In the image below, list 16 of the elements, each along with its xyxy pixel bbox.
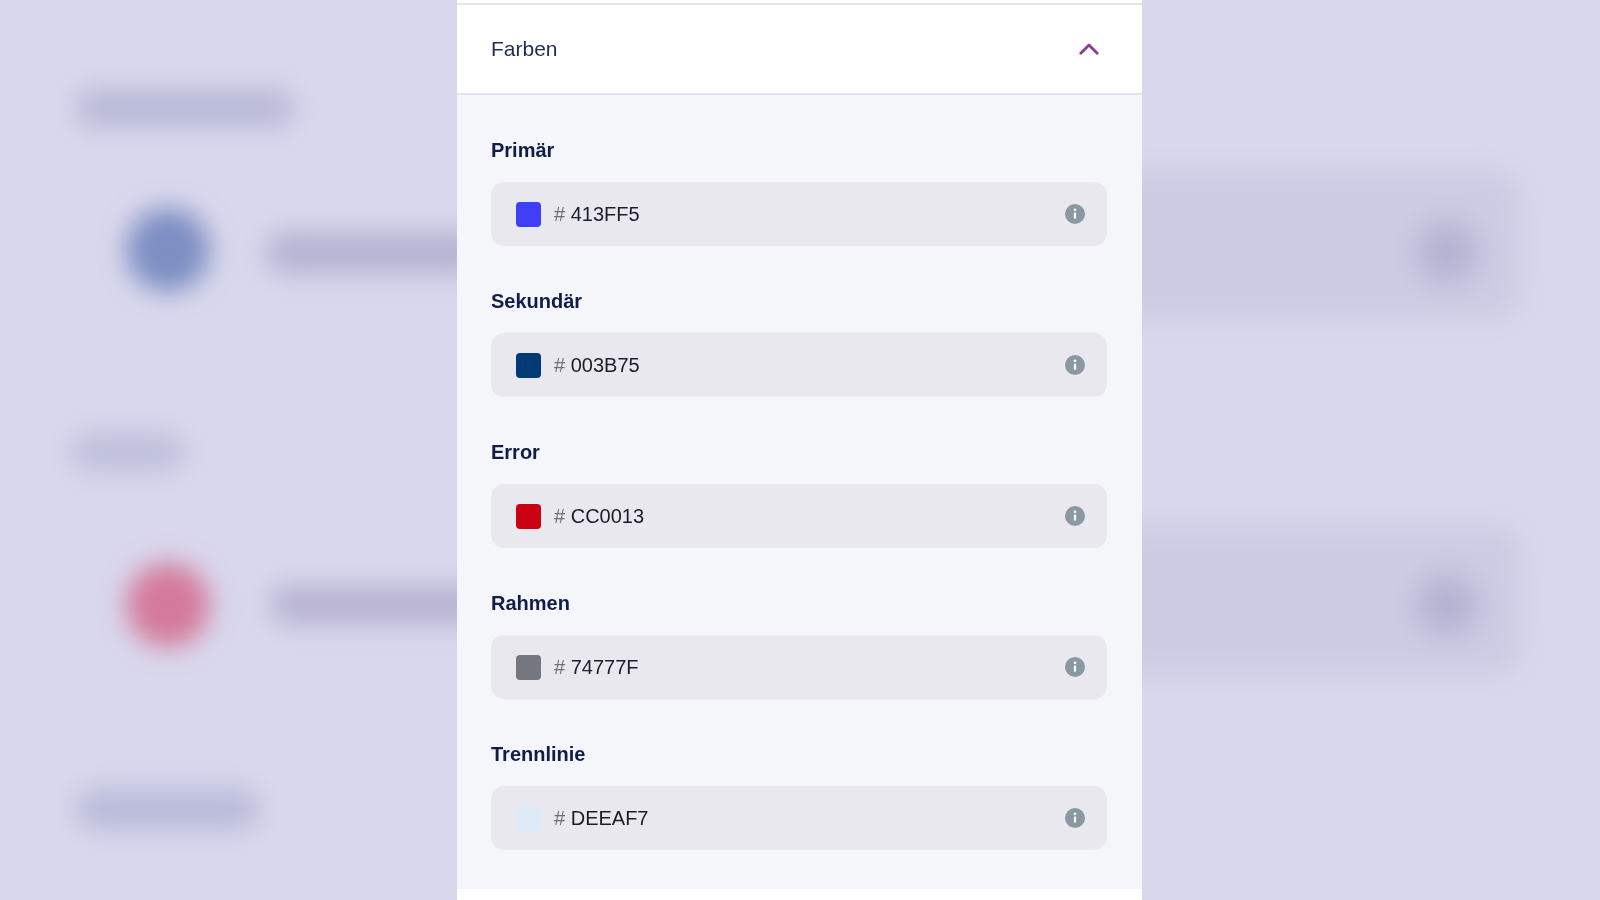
chevron-up-icon[interactable] (1079, 43, 1099, 55)
info-icon[interactable] (1065, 355, 1085, 375)
field-label: Primär (491, 138, 555, 162)
info-icon[interactable] (1065, 204, 1085, 224)
field-label: Sekundär (491, 289, 583, 313)
hex-input-field[interactable]: # 413FF5 (491, 182, 1107, 246)
field-label: Trennlinie (491, 742, 586, 766)
hex-input-field[interactable]: # 003B75 (491, 333, 1107, 397)
field-label: Rahmen (491, 591, 570, 615)
field-label: Error (491, 440, 540, 464)
info-icon[interactable] (1065, 808, 1085, 828)
hex-input-field[interactable]: # DEEAF7 (491, 786, 1107, 850)
info-icon[interactable] (1065, 657, 1085, 677)
hex-input-field[interactable]: # 74777F (491, 635, 1107, 699)
hex-input-field[interactable]: # CC0013 (491, 484, 1107, 548)
info-icon[interactable] (1065, 506, 1085, 526)
